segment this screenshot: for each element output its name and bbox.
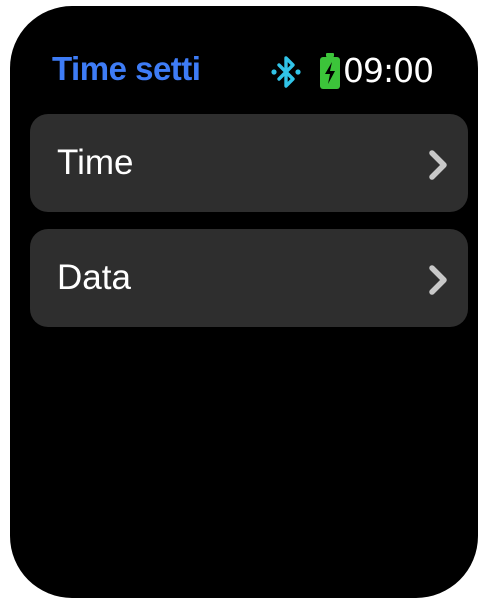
- menu-item-label: Time: [57, 143, 134, 182]
- page-title: Time setti: [52, 50, 201, 87]
- settings-menu: Time Data: [30, 114, 468, 344]
- chevron-right-icon: [429, 265, 447, 295]
- chevron-right-icon: [429, 150, 447, 180]
- watch-screen: Time setti 09:00 Time Data: [10, 6, 478, 598]
- battery-charging-icon: [320, 53, 340, 89]
- bluetooth-icon: [271, 56, 301, 88]
- menu-item-time[interactable]: Time: [30, 114, 468, 212]
- clock-time: 09:00: [343, 51, 434, 90]
- menu-item-data[interactable]: Data: [30, 229, 468, 327]
- menu-item-label: Data: [57, 258, 131, 297]
- status-bar: Time setti 09:00: [10, 6, 478, 114]
